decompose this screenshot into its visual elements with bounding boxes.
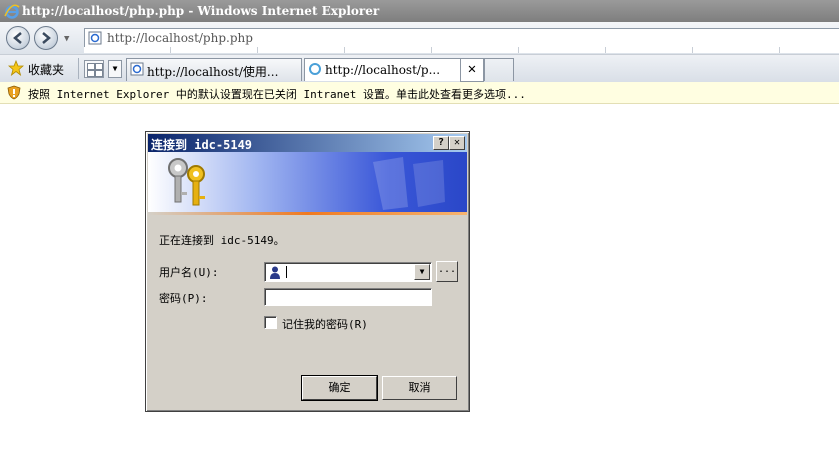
password-field[interactable] [264, 288, 432, 306]
recent-pages-dropdown[interactable]: ▼ [64, 34, 69, 44]
separator [78, 58, 79, 79]
page-icon [88, 31, 102, 45]
star-icon [8, 60, 24, 76]
information-bar[interactable]: 按照 Internet Explorer 中的默认设置现在已关闭 Intrane… [0, 82, 839, 104]
address-bar[interactable]: http://localhost/php.php [84, 28, 839, 48]
address-url[interactable]: http://localhost/php.php [107, 31, 253, 45]
cancel-button[interactable]: 取消 [382, 376, 457, 400]
navigation-bar: ▼ http://localhost/php.php [0, 22, 839, 55]
grid-icon [95, 63, 103, 70]
toolbar-strip [84, 47, 839, 53]
tab-2-label: http://localhost/p... [325, 63, 441, 77]
tab-1[interactable]: http://localhost/使用... [126, 58, 302, 81]
dialog-title-bar: 连接到 idc-5149 ? ✕ [148, 134, 467, 152]
quick-tabs-button[interactable] [84, 60, 104, 78]
back-arrow-icon [13, 32, 22, 44]
browse-button[interactable]: ... [436, 261, 458, 282]
tab-bar: 收藏夹 ▼ http://localhost/使用... http://loca… [0, 55, 839, 83]
username-combobox[interactable]: ▼ [264, 262, 432, 282]
dialog-title: 连接到 idc-5149 [151, 138, 253, 152]
text-cursor [286, 266, 287, 278]
grid-icon [87, 70, 95, 77]
remember-password-checkbox[interactable] [264, 316, 277, 329]
user-icon [270, 266, 280, 279]
page-icon [130, 62, 144, 76]
favorites-label: 收藏夹 [28, 63, 65, 77]
username-dropdown-button[interactable]: ▼ [414, 264, 430, 280]
close-tab-button[interactable]: ✕ [460, 58, 484, 82]
close-button[interactable]: ✕ [449, 136, 465, 150]
tab-list-dropdown[interactable]: ▼ [108, 60, 122, 78]
connect-dialog: 连接到 idc-5149 ? ✕ 正在连接到 idc-5149。 用户名(U):… [145, 131, 470, 412]
forward-button[interactable] [34, 26, 58, 50]
grid-icon [87, 63, 95, 70]
dialog-banner [148, 152, 467, 212]
window-title-bar: http://localhost/php.php - Windows Inter… [0, 0, 839, 22]
grid-icon [95, 70, 103, 77]
tab-2[interactable]: http://localhost/p... [304, 58, 462, 81]
loading-icon [309, 63, 321, 75]
new-tab-button[interactable] [484, 58, 514, 81]
back-button[interactable] [6, 26, 30, 50]
ok-button[interactable]: 确定 [301, 375, 378, 401]
information-bar-message[interactable]: 按照 Internet Explorer 中的默认设置现在已关闭 Intrane… [28, 86, 526, 102]
tab-1-label: http://localhost/使用... [147, 65, 279, 79]
password-label: 密码(P): [159, 292, 208, 305]
window-title: http://localhost/php.php - Windows Inter… [22, 4, 380, 18]
banner-watermark-icon [373, 157, 445, 210]
shield-icon [7, 85, 21, 100]
ie-logo-icon [4, 4, 20, 19]
forward-arrow-icon [42, 32, 51, 44]
banner-accent-line [148, 212, 467, 215]
username-label: 用户名(U): [159, 266, 219, 279]
remember-password-label[interactable]: 记住我的密码(R) [282, 316, 368, 332]
keys-icon [168, 158, 205, 206]
connecting-text: 正在连接到 idc-5149。 [159, 234, 285, 247]
help-button[interactable]: ? [433, 136, 449, 150]
